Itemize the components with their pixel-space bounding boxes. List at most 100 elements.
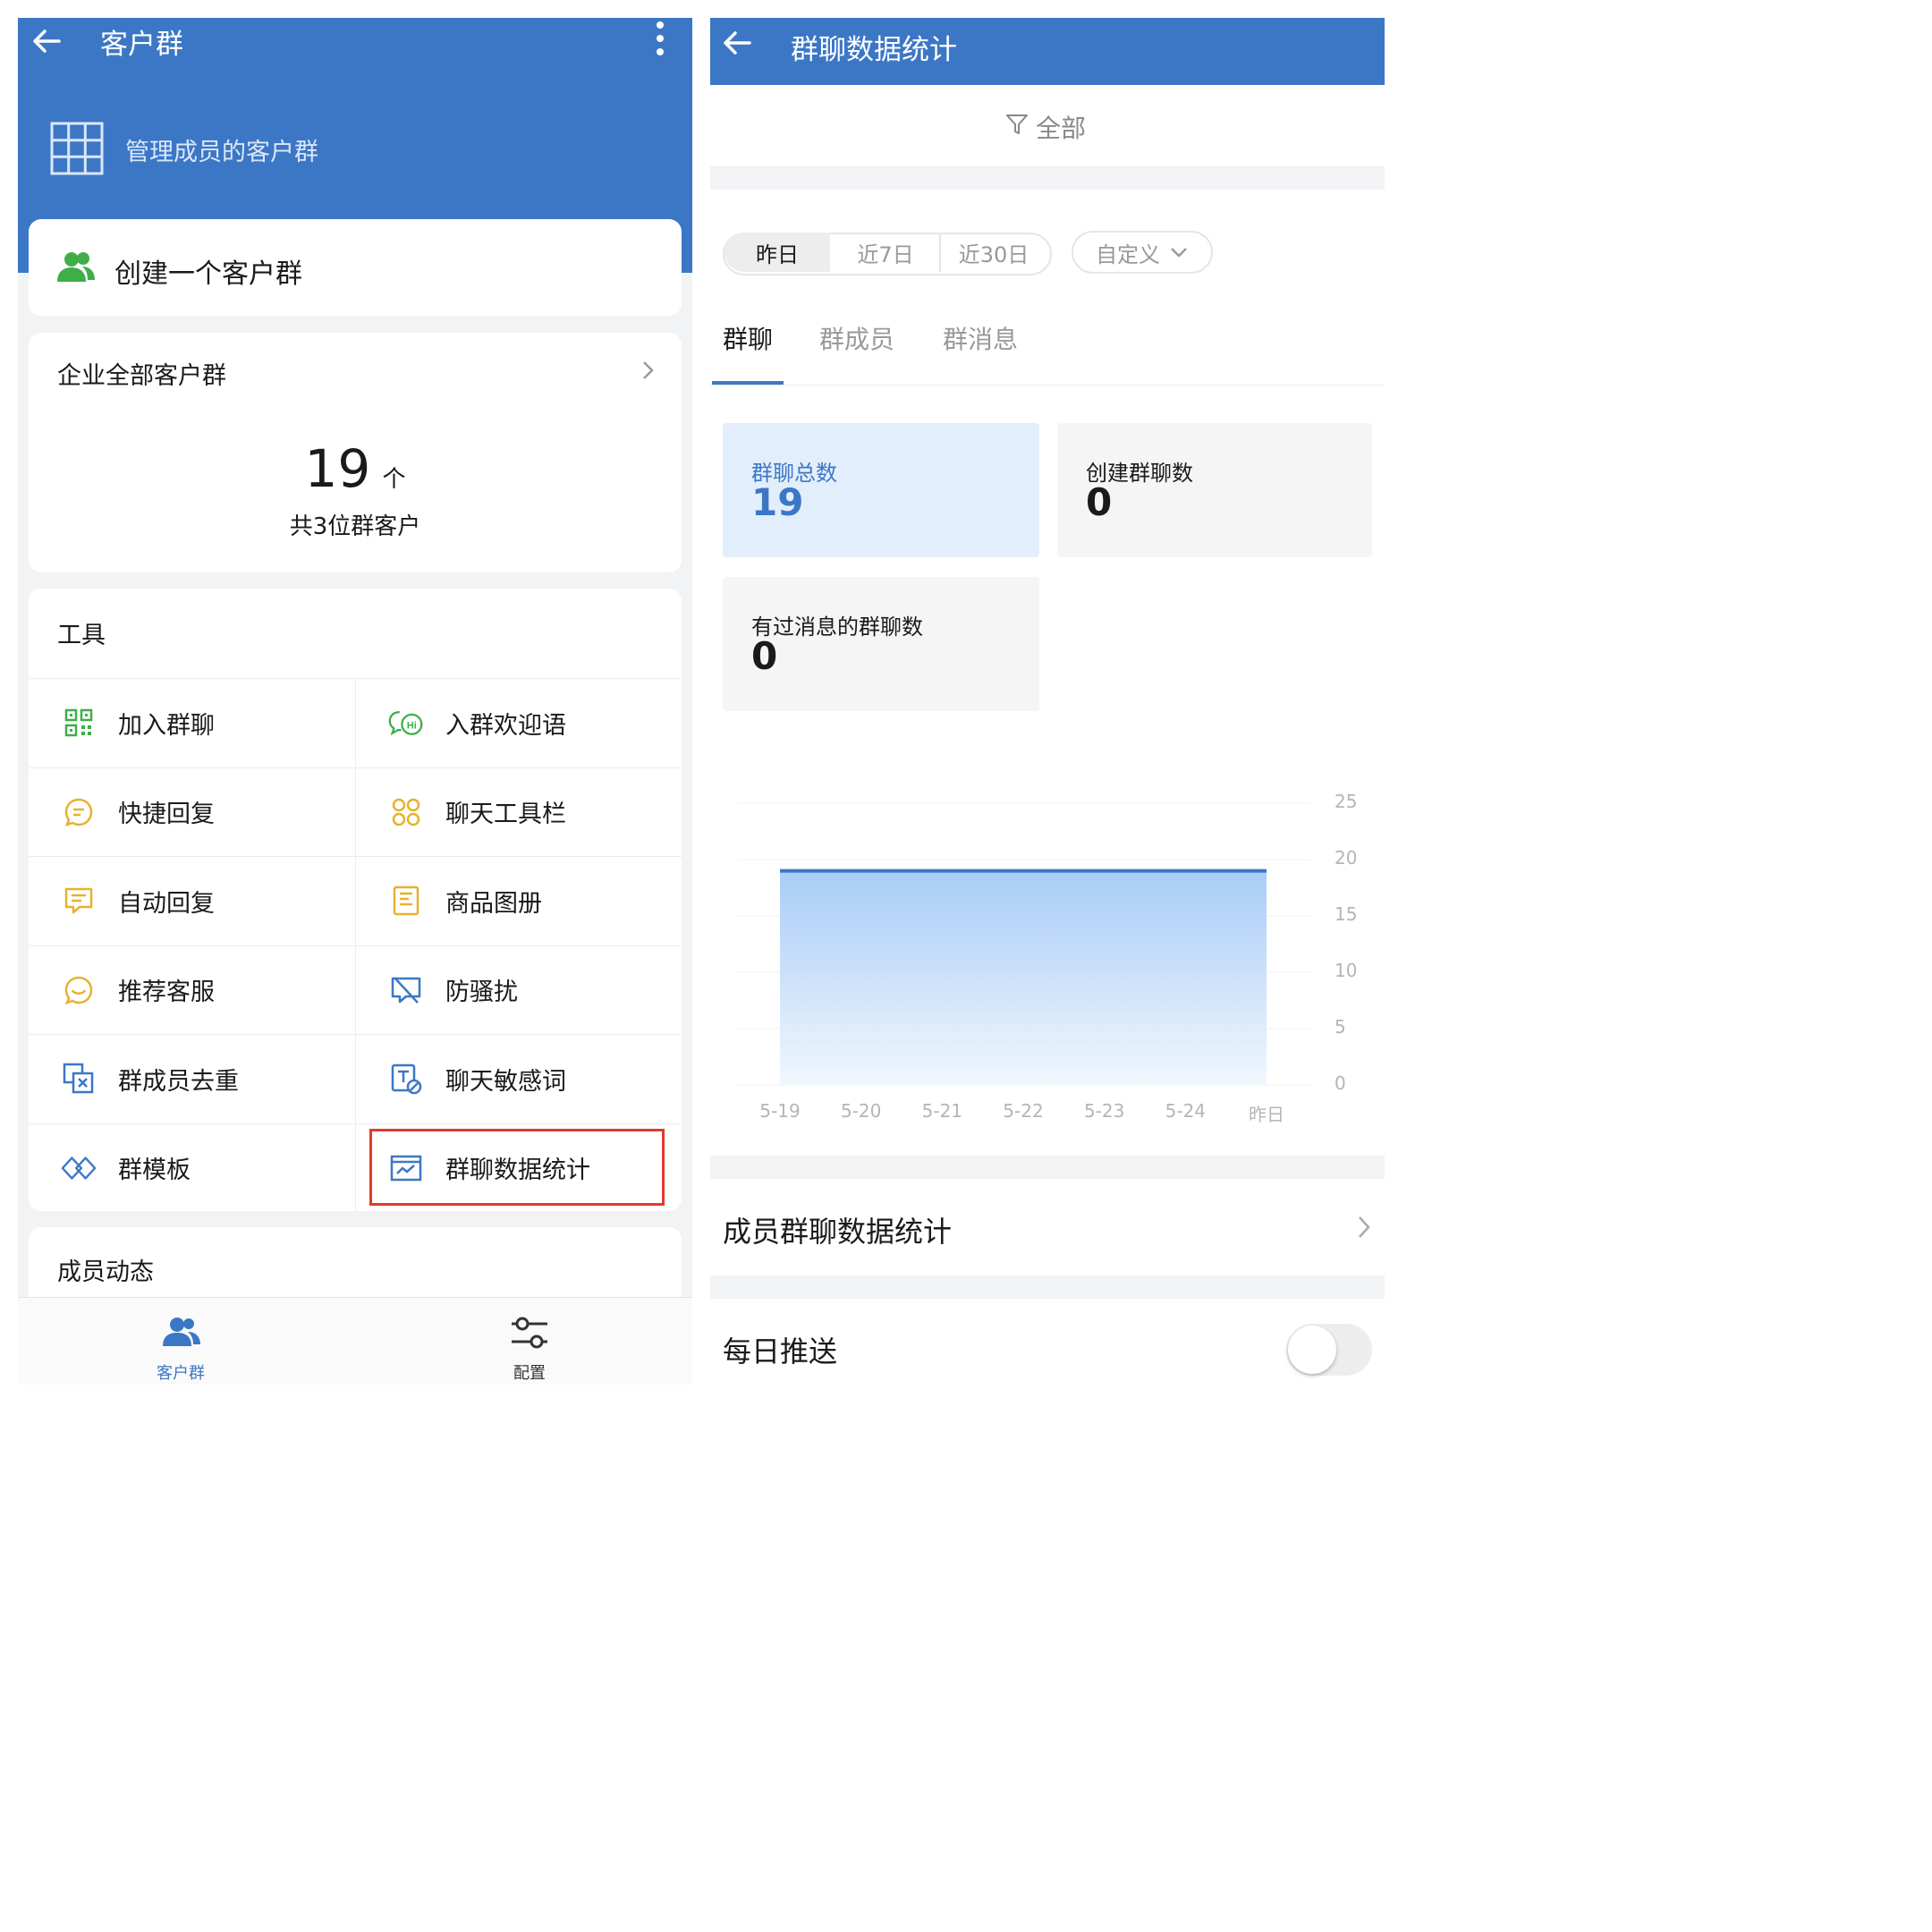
range-label: 近30日 xyxy=(958,242,1030,267)
range-label: 近7日 xyxy=(857,242,914,267)
tab-messages[interactable]: 群消息 xyxy=(943,320,1018,356)
join-group-tool[interactable]: 加入群聊 xyxy=(29,679,355,767)
range-30days[interactable]: 近30日 xyxy=(941,233,1046,272)
divider-band xyxy=(710,1275,1385,1299)
member-dedup-icon xyxy=(61,1061,97,1097)
quick-reply-tool[interactable]: 快捷回复 xyxy=(29,768,355,856)
tool-label: 快捷回复 xyxy=(118,801,215,828)
back-arrow-icon xyxy=(724,31,751,55)
tools-title: 工具 xyxy=(57,622,106,649)
funnel-icon xyxy=(1006,114,1028,134)
tool-row: 推荐客服 防骚扰 xyxy=(29,945,682,1034)
sensitive-words-tool[interactable]: 聊天敏感词 xyxy=(355,1035,682,1123)
create-group-card[interactable]: 创建一个客户群 xyxy=(29,219,682,316)
y-tick-label: 5 xyxy=(1335,1016,1346,1038)
tab-members[interactable]: 群成员 xyxy=(819,320,894,356)
back-button[interactable] xyxy=(29,23,64,59)
tool-row: 群成员去重 聊天敏感词 xyxy=(29,1034,682,1123)
welcome-message-tool[interactable]: Hi 入群欢迎语 xyxy=(355,679,682,767)
back-button[interactable] xyxy=(719,25,755,61)
chat-toolbar-tool[interactable]: 聊天工具栏 xyxy=(355,767,682,856)
all-groups-title: 企业全部客户群 xyxy=(57,362,226,390)
tool-row: 加入群聊 Hi 入群欢迎语 xyxy=(29,678,682,767)
anti-harassment-tool[interactable]: 防骚扰 xyxy=(355,945,682,1034)
recommend-service-icon xyxy=(61,972,97,1008)
x-tick-label: 5-19 xyxy=(759,1100,801,1122)
group-count-value: 19 xyxy=(304,438,371,499)
group-count-unit: 个 xyxy=(382,466,406,493)
group-stats-screen: 群聊数据统计 全部 昨日 近7日 近30日 自定义 群聊 群成员 群消息 群聊总… xyxy=(710,18,1385,1385)
range-custom[interactable]: 自定义 xyxy=(1072,231,1213,274)
chevron-right-icon xyxy=(643,361,654,379)
tab-divider xyxy=(710,385,1385,386)
tool-label: 自动回复 xyxy=(118,889,215,918)
tool-label: 群成员去重 xyxy=(118,1067,239,1096)
sensitive-words-icon xyxy=(388,1061,424,1097)
tool-row: 快捷回复 聊天工具栏 xyxy=(29,767,682,856)
manage-groups-banner[interactable]: 管理成员的客户群 xyxy=(50,122,444,175)
chat-toolbar-icon xyxy=(388,794,424,830)
grid-icon xyxy=(50,122,104,175)
tool-label: 入群欢迎语 xyxy=(445,711,566,740)
member-stats-label: 成员群聊数据统计 xyxy=(723,1215,953,1249)
more-menu-button[interactable] xyxy=(649,20,671,59)
y-tick-label: 10 xyxy=(1335,960,1358,981)
people-icon xyxy=(57,252,95,282)
tool-label: 加入群聊 xyxy=(118,711,215,740)
filter-button[interactable]: 全部 xyxy=(1005,107,1104,143)
tool-label: 群模板 xyxy=(118,1157,191,1184)
group-customers-count: 共3位群客户 xyxy=(289,513,421,540)
tab-groups[interactable]: 群聊 xyxy=(723,320,773,356)
product-album-icon xyxy=(388,883,424,919)
nav-label: 配置 xyxy=(513,1364,546,1383)
filter-label: 全部 xyxy=(1036,114,1087,143)
group-count-chart xyxy=(737,802,1311,1086)
nav-label: 客户群 xyxy=(157,1364,205,1383)
y-tick-label: 20 xyxy=(1335,847,1358,869)
y-tick-label: 0 xyxy=(1335,1072,1346,1094)
create-group-label: 创建一个客户群 xyxy=(114,258,302,290)
bottom-nav: 客户群 配置 xyxy=(18,1297,692,1385)
more-vertical-icon xyxy=(657,21,664,55)
daily-push-row: 每日推送 xyxy=(710,1299,1385,1385)
x-tick-label: 昨日 xyxy=(1249,1104,1284,1125)
page-title: 客户群 xyxy=(100,29,183,61)
y-tick-label: 15 xyxy=(1335,903,1358,925)
welcome-chat-icon: Hi xyxy=(388,705,424,741)
tool-label: 聊天敏感词 xyxy=(445,1067,566,1096)
range-7days[interactable]: 近7日 xyxy=(832,233,941,272)
tool-label: 聊天工具栏 xyxy=(445,801,566,828)
recommend-service-tool[interactable]: 推荐客服 xyxy=(29,946,355,1034)
settings-sliders-icon xyxy=(512,1317,547,1349)
tool-label: 推荐客服 xyxy=(118,979,215,1006)
auto-reply-tool[interactable]: 自动回复 xyxy=(29,857,355,945)
customer-group-icon xyxy=(163,1318,200,1346)
range-label: 自定义 xyxy=(1096,242,1160,267)
group-count: 19 个 xyxy=(29,438,682,499)
product-album-tool[interactable]: 商品图册 xyxy=(355,857,682,945)
member-dedup-tool[interactable]: 群成员去重 xyxy=(29,1035,355,1123)
x-tick-label: 5-23 xyxy=(1083,1100,1125,1122)
nav-settings[interactable]: 配置 xyxy=(494,1298,565,1385)
chevron-right-icon xyxy=(1359,1216,1370,1238)
banner-label: 管理成员的客户群 xyxy=(125,139,318,166)
member-stats-row[interactable]: 成员群聊数据统计 xyxy=(710,1179,1385,1275)
highlight-box xyxy=(369,1129,665,1206)
all-groups-card[interactable]: 企业全部客户群 19 个 共3位群客户 xyxy=(29,333,682,572)
nav-customer-group[interactable]: 客户群 xyxy=(145,1298,216,1385)
x-tick-label: 5-22 xyxy=(1003,1100,1044,1122)
back-arrow-icon xyxy=(33,30,61,53)
daily-push-toggle[interactable] xyxy=(1286,1324,1372,1376)
group-template-tool[interactable]: 群模板 xyxy=(29,1124,355,1212)
stat-total-groups[interactable]: 群聊总数 19 xyxy=(723,423,1039,557)
y-tick-label: 25 xyxy=(1335,791,1358,812)
range-label: 昨日 xyxy=(756,242,799,267)
x-tick-label: 5-21 xyxy=(921,1100,963,1122)
auto-reply-icon xyxy=(61,883,97,919)
anti-harassment-icon xyxy=(388,972,424,1008)
range-yesterday[interactable]: 昨日 xyxy=(724,233,830,272)
divider-band xyxy=(710,166,1385,190)
svg-text:Hi: Hi xyxy=(407,720,417,731)
stat-active-groups[interactable]: 有过消息的群聊数 0 xyxy=(723,577,1039,711)
stat-created-groups[interactable]: 创建群聊数 0 xyxy=(1057,423,1372,557)
